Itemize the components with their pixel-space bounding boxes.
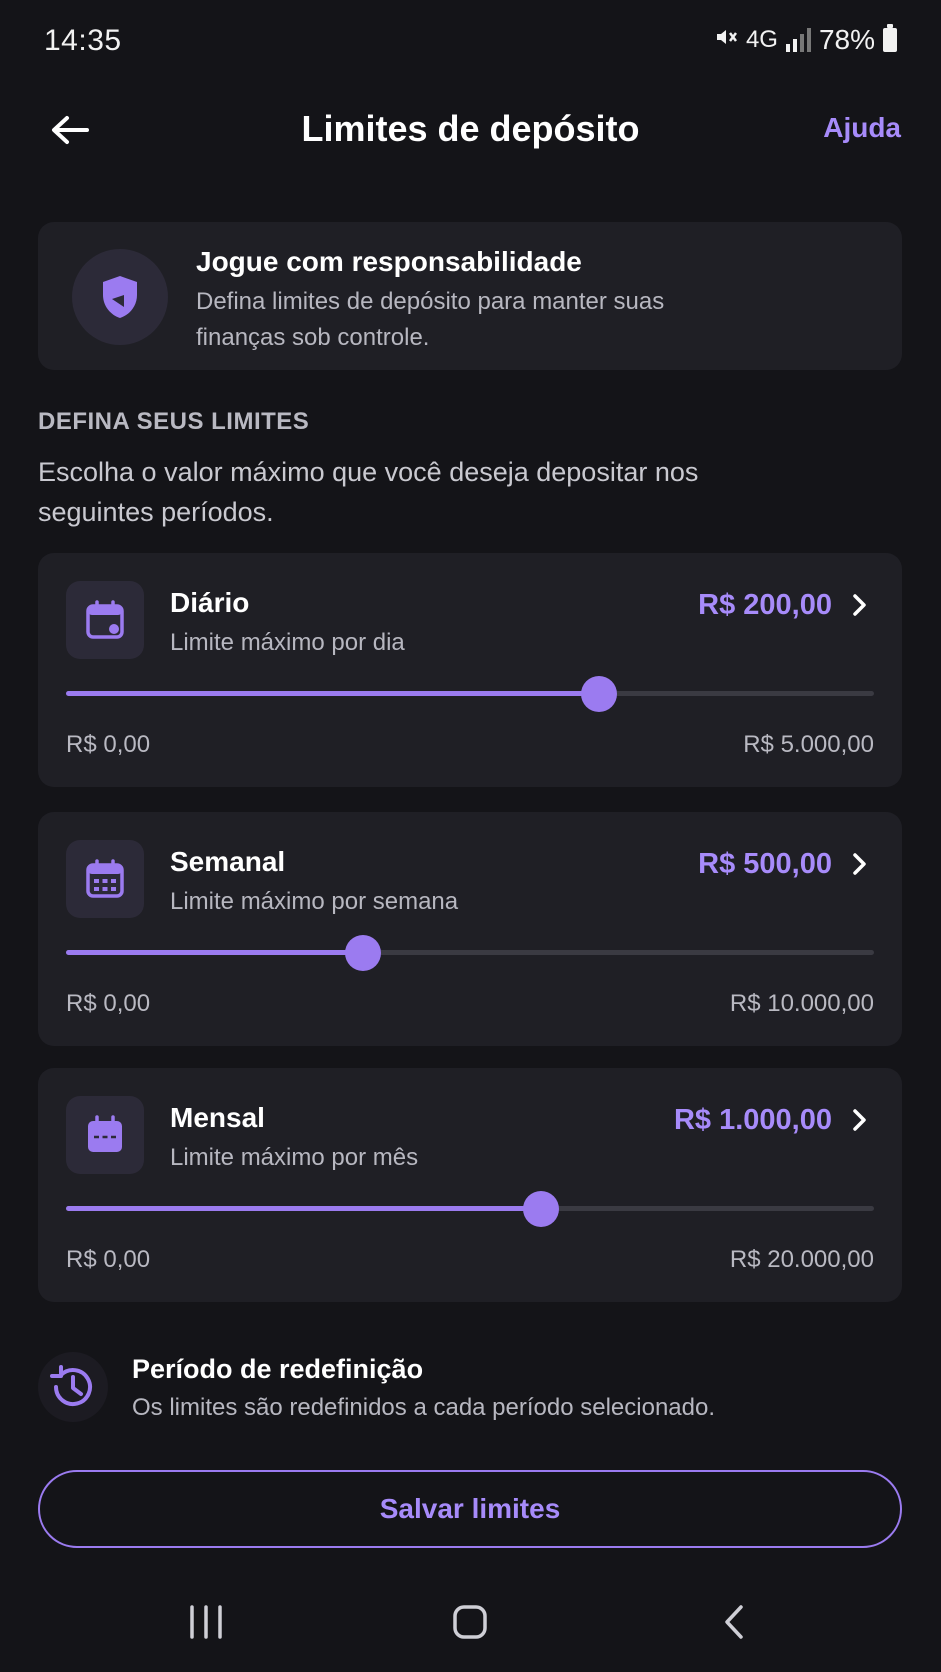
slider-fill bbox=[66, 1206, 542, 1211]
home-button[interactable] bbox=[440, 1598, 500, 1646]
limit-icon-box bbox=[66, 840, 144, 918]
limit-name: Semanal bbox=[170, 846, 286, 877]
info-text: Defina limites de depósito para manter s… bbox=[196, 288, 665, 351]
limit-name: Mensal bbox=[170, 1102, 265, 1133]
limit-subtitle: Limite máximo por semana bbox=[170, 888, 459, 915]
chevron-right-icon[interactable] bbox=[844, 1104, 876, 1136]
home-icon bbox=[453, 1605, 487, 1639]
limit-icon-box bbox=[66, 581, 144, 659]
reset-icon-wrapper bbox=[38, 1352, 108, 1422]
battery-icon bbox=[883, 24, 897, 52]
limit-card-monthly[interactable]: Mensal Limite máximo por mês R$ 1.000,00… bbox=[38, 1068, 902, 1302]
limit-value: R$ 1.000,00 bbox=[673, 1104, 832, 1136]
limit-subtitle: Limite máximo por dia bbox=[170, 629, 405, 656]
range-min: R$ 0,00 bbox=[66, 1246, 151, 1273]
chevron-left-icon bbox=[725, 1605, 743, 1639]
limit-subtitle: Limite máximo por mês bbox=[170, 1144, 419, 1171]
info-title: Jogue com responsabilidade bbox=[196, 246, 582, 277]
limit-card-weekly[interactable]: Semanal Limite máximo por semana R$ 500,… bbox=[38, 812, 902, 1046]
limit-slider[interactable] bbox=[66, 1191, 874, 1227]
limit-name: Diário bbox=[170, 587, 250, 618]
page-title: Limites de depósito bbox=[301, 108, 640, 149]
reset-text: Os limites são redefinidos a cada períod… bbox=[132, 1394, 716, 1421]
limit-icon-box bbox=[66, 1096, 144, 1174]
reset-title: Período de redefinição bbox=[132, 1354, 424, 1384]
status-time: 14:35 bbox=[44, 24, 122, 57]
slider-fill bbox=[66, 950, 364, 955]
limit-slider[interactable] bbox=[66, 935, 874, 971]
range-max: R$ 20.000,00 bbox=[729, 1246, 874, 1273]
limit-card-daily[interactable]: Diário Limite máximo por dia R$ 200,00 R… bbox=[38, 553, 902, 787]
network-type: 4G bbox=[745, 26, 778, 53]
save-limits-button[interactable]: Salvar limites bbox=[38, 1470, 902, 1548]
range-min: R$ 0,00 bbox=[66, 990, 151, 1017]
help-link[interactable]: Ajuda bbox=[823, 112, 901, 144]
section-label: DEFINA SEUS LIMITES bbox=[38, 408, 310, 435]
status-icons: 4G 78% bbox=[714, 24, 897, 56]
limit-slider[interactable] bbox=[66, 676, 874, 712]
responsible-gaming-card: Jogue com responsabilidade Defina limite… bbox=[38, 222, 902, 370]
signal-icon bbox=[785, 28, 811, 52]
shield-icon bbox=[103, 276, 137, 318]
section-description: Escolha o valor máximo que você deseja d… bbox=[38, 457, 699, 527]
chevron-right-icon[interactable] bbox=[844, 848, 876, 880]
range-min: R$ 0,00 bbox=[66, 731, 151, 758]
chevron-right-icon[interactable] bbox=[844, 589, 876, 621]
slider-thumb[interactable] bbox=[523, 1191, 560, 1227]
recent-apps-icon bbox=[190, 1605, 222, 1639]
calendar-day-icon bbox=[86, 600, 124, 639]
slider-thumb[interactable] bbox=[345, 935, 382, 971]
slider-fill bbox=[66, 691, 600, 696]
nav-back-button[interactable] bbox=[704, 1598, 764, 1646]
shield-icon-wrapper bbox=[72, 249, 168, 345]
clock-history-icon bbox=[50, 1365, 92, 1407]
calendar-week-icon bbox=[86, 859, 124, 898]
slider-thumb[interactable] bbox=[581, 676, 618, 712]
calendar-month-icon bbox=[88, 1115, 122, 1152]
range-max: R$ 10.000,00 bbox=[729, 990, 874, 1017]
mute-icon bbox=[714, 24, 738, 56]
limit-value: R$ 200,00 bbox=[698, 589, 832, 621]
recent-apps-button[interactable] bbox=[176, 1598, 236, 1646]
range-max: R$ 5.000,00 bbox=[743, 731, 874, 758]
limit-value: R$ 500,00 bbox=[698, 848, 832, 880]
battery-percent: 78% bbox=[818, 24, 875, 55]
